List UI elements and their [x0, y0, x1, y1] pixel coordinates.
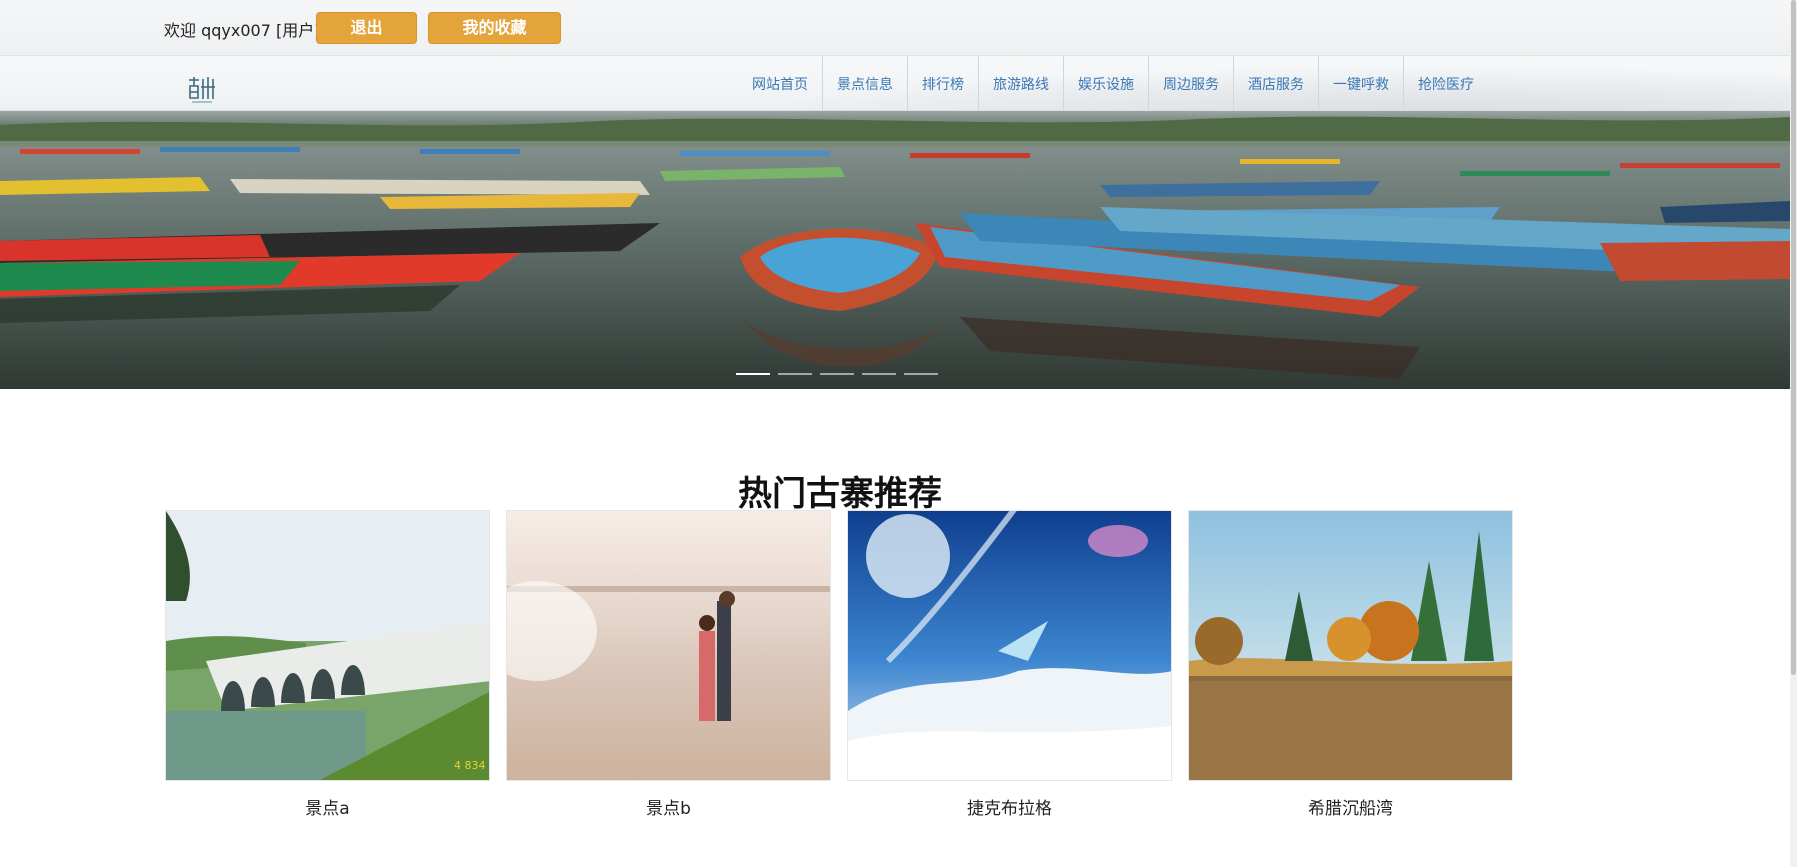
- my-favorites-button[interactable]: 我的收藏: [428, 12, 561, 44]
- attraction-image-prague[interactable]: [847, 510, 1172, 781]
- carousel-indicators: [736, 373, 938, 375]
- attraction-caption[interactable]: 希腊沉船湾: [1188, 794, 1513, 819]
- carousel-dot-1[interactable]: [736, 373, 770, 375]
- logo-icon[interactable]: [186, 74, 218, 104]
- svg-text:4 834: 4 834: [454, 759, 486, 772]
- attraction-card[interactable]: 4 834 景点a: [165, 510, 490, 819]
- attraction-image-bridge[interactable]: 4 834: [165, 510, 490, 781]
- nav-item-entertainment[interactable]: 娱乐设施: [1063, 56, 1148, 110]
- attraction-image-beach[interactable]: [506, 510, 831, 781]
- nav-item-hotels[interactable]: 酒店服务: [1233, 56, 1318, 110]
- attraction-caption[interactable]: 捷克布拉格: [847, 794, 1172, 819]
- welcome-text: 欢迎 qqyx007 [用户]: [164, 21, 321, 40]
- attraction-caption[interactable]: 景点a: [165, 794, 490, 819]
- nav-item-attractions[interactable]: 景点信息: [822, 56, 907, 110]
- nav-item-home[interactable]: 网站首页: [738, 56, 822, 110]
- hero-carousel[interactable]: [0, 111, 1790, 389]
- nav-item-routes[interactable]: 旅游路线: [978, 56, 1063, 110]
- attraction-card[interactable]: 景点b: [506, 510, 831, 819]
- main-navbar: 网站首页 景点信息 排行榜 旅游路线 娱乐设施 周边服务 酒店服务 一键呼救 抢…: [0, 56, 1790, 111]
- attraction-card[interactable]: 捷克布拉格: [847, 510, 1172, 819]
- user-bar: 欢迎 qqyx007 [用户] 退出 我的收藏: [0, 0, 1790, 56]
- logout-button[interactable]: 退出: [316, 12, 417, 44]
- nav-item-emergency-call[interactable]: 一键呼救: [1318, 56, 1403, 110]
- nav-item-rescue-medical[interactable]: 抢险医疗: [1403, 56, 1488, 110]
- scrollbar-thumb[interactable]: [1791, 0, 1796, 675]
- section-title: 热门古寨推荐: [738, 474, 942, 514]
- nav-menu: 网站首页 景点信息 排行榜 旅游路线 娱乐设施 周边服务 酒店服务 一键呼救 抢…: [738, 56, 1488, 110]
- banner-image-boats: [0, 111, 1790, 389]
- carousel-dot-2[interactable]: [778, 373, 812, 375]
- carousel-dot-5[interactable]: [904, 373, 938, 375]
- attraction-cards: 4 834 景点a 景点b 捷克布拉格 希腊沉船湾: [165, 510, 1513, 819]
- attraction-card[interactable]: 希腊沉船湾: [1188, 510, 1513, 819]
- carousel-dot-4[interactable]: [862, 373, 896, 375]
- page-scrollbar[interactable]: [1790, 0, 1797, 867]
- nav-item-nearby-services[interactable]: 周边服务: [1148, 56, 1233, 110]
- nav-item-rankings[interactable]: 排行榜: [907, 56, 978, 110]
- attraction-image-shipwreck-bay[interactable]: [1188, 510, 1513, 781]
- page: 欢迎 qqyx007 [用户] 退出 我的收藏 网站首页 景点信息 排行榜 旅游…: [0, 0, 1797, 867]
- attraction-caption[interactable]: 景点b: [506, 794, 831, 819]
- carousel-dot-3[interactable]: [820, 373, 854, 375]
